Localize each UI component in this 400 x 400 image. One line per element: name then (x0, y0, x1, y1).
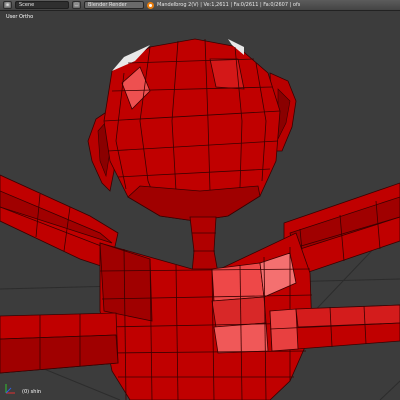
render-engine-label: Blender Render (88, 2, 127, 8)
axis-gizmo-icon (5, 384, 15, 394)
mesh-render (0, 38, 400, 400)
editor-type-icon[interactable]: ▣ (3, 1, 12, 9)
scene-info-text: Mandelbrog 2(V) | Ve:1,2611 | Fa:0/2611 … (157, 2, 301, 8)
info-section: Mandelbrog 2(V) | Ve:1,2611 | Fa:0/2611 … (147, 1, 301, 9)
neck (189, 216, 219, 274)
header-bar: ▣ Scene ▤ Blender Render Mandelbrog 2(V)… (0, 0, 400, 11)
right-lower-arm (269, 304, 400, 352)
view-name-label: User Ortho (6, 14, 34, 20)
scene-field[interactable]: Scene (15, 1, 69, 9)
3d-viewport[interactable]: User Ortho (0) shin (0, 11, 400, 400)
scene-browse-icon[interactable]: ▤ (72, 1, 81, 9)
render-engine-dropdown[interactable]: Blender Render (84, 1, 144, 9)
blender-logo-icon (147, 1, 154, 9)
left-lower-arm (0, 312, 119, 374)
head (103, 38, 281, 222)
active-object-label: (0) shin (22, 389, 42, 395)
